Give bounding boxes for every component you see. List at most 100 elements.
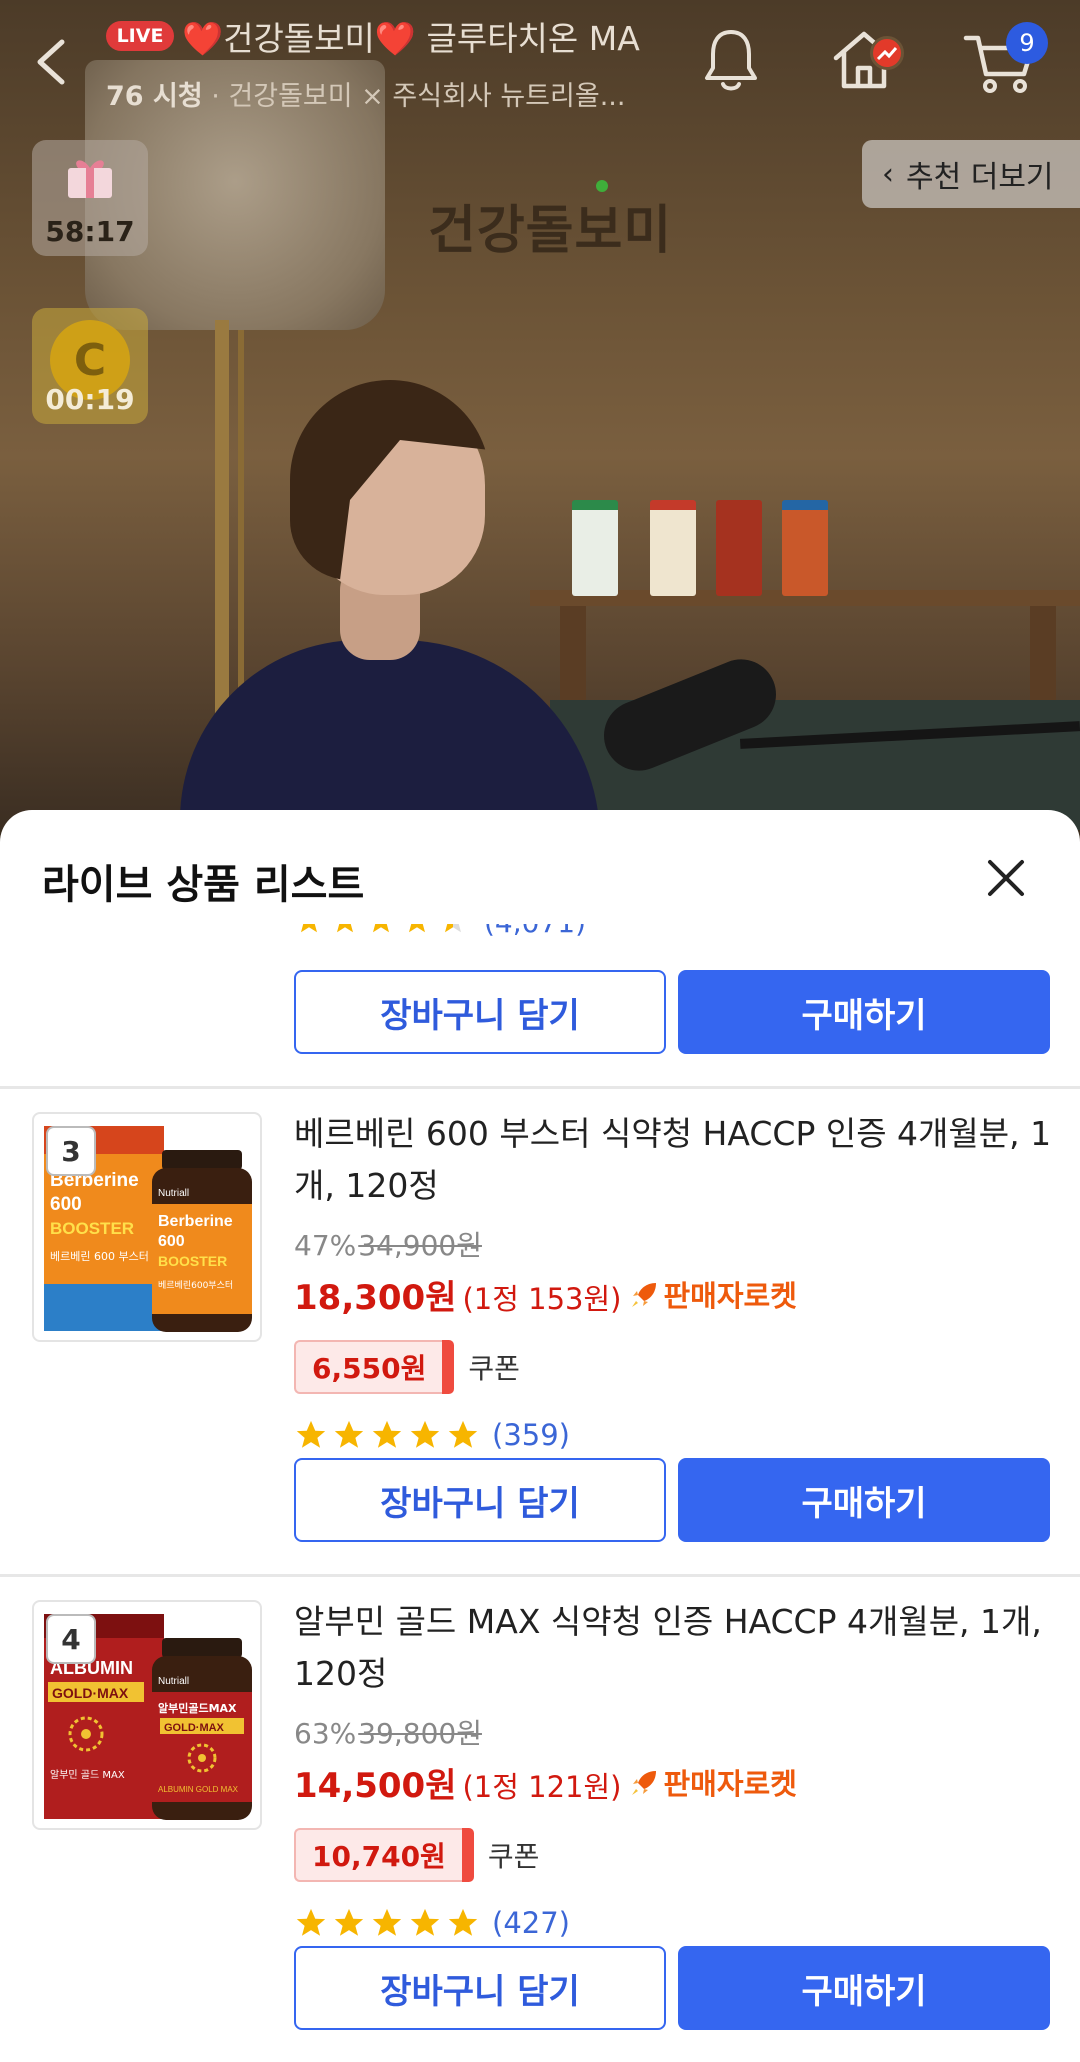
half-star-icon bbox=[444, 924, 461, 933]
unit-price: (1정 121원) bbox=[462, 1770, 622, 1804]
coupon-label: 쿠폰 bbox=[468, 1352, 520, 1385]
star-icon bbox=[408, 924, 425, 933]
original-price: 39,800원 bbox=[358, 1717, 482, 1750]
star-icon bbox=[296, 1420, 326, 1448]
coupon-notch bbox=[442, 1340, 455, 1394]
gift-icon bbox=[68, 160, 112, 198]
viewer-count: 76 시청 bbox=[106, 81, 203, 112]
seller-rocket-label: 판매자로켓 bbox=[663, 1767, 797, 1801]
item-divider bbox=[0, 1574, 1080, 1577]
add-to-cart-button[interactable]: 장바구니 담기 bbox=[294, 1946, 666, 2030]
buy-button[interactable]: 구매하기 bbox=[678, 1946, 1050, 2030]
rating-stars bbox=[294, 924, 468, 942]
review-count[interactable]: (359) bbox=[492, 1418, 570, 1452]
sheet-title: 라이브 상품 리스트 bbox=[42, 862, 365, 908]
unit-price: (1정 153원) bbox=[462, 1282, 622, 1316]
live-badge: LIVE bbox=[106, 21, 174, 51]
coupon-tag[interactable]: 6,550원 쿠폰 bbox=[294, 1340, 520, 1394]
price-row: 18,300원 (1정 153원) 판매자로켓 bbox=[294, 1270, 797, 1319]
product-box-image bbox=[572, 500, 618, 596]
star-icon bbox=[372, 1420, 402, 1448]
seller-rocket-badge: 판매자로켓 bbox=[630, 1273, 797, 1315]
bottle-text: Berberine bbox=[158, 1213, 233, 1230]
coupon-tag[interactable]: 10,740원 쿠폰 bbox=[294, 1828, 539, 1882]
rocket-icon bbox=[631, 1283, 656, 1307]
buy-button[interactable]: 구매하기 bbox=[678, 1458, 1050, 1542]
trend-icon bbox=[876, 47, 898, 61]
live-video[interactable]: 건강돌보미 bbox=[0, 0, 1080, 830]
product-box-image bbox=[716, 500, 762, 596]
rank-badge: 3 bbox=[46, 1126, 96, 1176]
rocket-icon bbox=[631, 1771, 656, 1795]
star-icon bbox=[372, 924, 389, 933]
product-name[interactable]: 베르베린 600 부스터 식약청 HACCP 인증 4개월분, 1개, 120정 bbox=[294, 1108, 1054, 1212]
box-text: GOLD·MAX bbox=[52, 1685, 129, 1701]
coupon-notch bbox=[461, 1828, 474, 1882]
bottle-text: BOOSTER bbox=[158, 1253, 227, 1269]
box-text: 600 bbox=[50, 1194, 82, 1215]
discount-rate: 63% bbox=[294, 1717, 357, 1750]
review-count[interactable]: (427) bbox=[492, 1906, 570, 1940]
back-icon[interactable] bbox=[32, 38, 72, 86]
brand-logo-text: 건강돌보미 bbox=[428, 201, 673, 261]
cart-count-badge: 9 bbox=[1006, 22, 1048, 64]
star-icon bbox=[334, 1420, 364, 1448]
gift-timer: 58:17 bbox=[45, 215, 135, 248]
product-box-image bbox=[782, 500, 828, 596]
live-seller-text: · 건강돌보미 × 주식회사 뉴트리올... bbox=[202, 81, 626, 112]
discount-row: 63%39,800원 bbox=[294, 1712, 482, 1752]
bottle-text: ALBUMIN GOLD MAX bbox=[158, 1785, 239, 1794]
brand-logo: 건강돌보미 bbox=[428, 180, 673, 263]
original-price: 34,900원 bbox=[358, 1229, 482, 1262]
star-icon bbox=[336, 924, 353, 933]
bottle-text: Nutriall bbox=[158, 1188, 189, 1199]
box-text: BOOSTER bbox=[50, 1219, 134, 1238]
product-thumbnail[interactable]: 4 ALBUMIN GOLD·MAX 알부민 골드 MAX Nutriall 알… bbox=[32, 1600, 262, 1830]
seller-rocket-label: 판매자로켓 bbox=[663, 1279, 797, 1313]
product-thumbnail[interactable]: 3 Berberine 600 BOOSTER 베르베린 600 부스터 Nut… bbox=[32, 1112, 262, 1342]
star-icon bbox=[410, 1420, 440, 1448]
bottle-text: 600 bbox=[158, 1233, 185, 1250]
home-notification-badge bbox=[870, 36, 904, 70]
brand-logo-dot bbox=[596, 180, 608, 192]
rank-badge: 4 bbox=[46, 1614, 96, 1664]
discount-rate: 47% bbox=[294, 1229, 357, 1262]
recommend-more-button[interactable]: ‹ 추천 더보기 bbox=[862, 140, 1080, 208]
bottle-text: GOLD·MAX bbox=[164, 1722, 225, 1734]
product-list-sheet: 라이브 상품 리스트 (4,071) 장바구니 담기 구매하기 3 Berber… bbox=[0, 810, 1080, 2062]
star-icon bbox=[410, 1908, 440, 1936]
item-divider bbox=[0, 1086, 1080, 1089]
live-subtitle: 76 시청 · 건강돌보미 × 주식회사 뉴트리올... bbox=[106, 74, 666, 113]
add-to-cart-button[interactable]: 장바구니 담기 bbox=[294, 1458, 666, 1542]
coupon-label: 쿠폰 bbox=[487, 1840, 540, 1873]
product-name[interactable]: 알부민 골드 MAX 식약청 인증 HACCP 4개월분, 1개, 120정 bbox=[294, 1596, 1054, 1700]
product-box-image bbox=[650, 500, 696, 596]
star-icon bbox=[448, 1908, 478, 1936]
bottle-text: Nutriall bbox=[158, 1676, 189, 1687]
bell-icon[interactable] bbox=[702, 26, 760, 94]
star-icon bbox=[372, 1908, 402, 1936]
add-to-cart-button[interactable]: 장바구니 담기 bbox=[294, 970, 666, 1054]
rating-row: (427) bbox=[294, 1906, 570, 1940]
recommend-more-label: 추천 더보기 bbox=[906, 160, 1054, 195]
sale-price: 18,300원 bbox=[294, 1278, 457, 1318]
star-icon bbox=[300, 924, 317, 933]
box-text: 알부민 골드 MAX bbox=[50, 1769, 125, 1781]
coin-timer: 00:19 bbox=[45, 383, 135, 416]
close-icon[interactable] bbox=[982, 854, 1030, 902]
box-text: 베르베린 600 부스터 bbox=[50, 1250, 149, 1263]
live-title[interactable]: ❤️건강돌보미❤️ 글루타치온 MA bbox=[182, 12, 682, 60]
review-count: (4,071) bbox=[484, 906, 587, 939]
star-icon bbox=[448, 1420, 478, 1448]
discount-row: 47%34,900원 bbox=[294, 1224, 482, 1264]
sale-price: 14,500원 bbox=[294, 1766, 457, 1806]
bottle-text: 베르베린600부스터 bbox=[158, 1280, 233, 1291]
coupon-amount: 10,740원 bbox=[294, 1828, 462, 1882]
bottle-text: 알부민골드MAX bbox=[158, 1701, 237, 1715]
star-icon bbox=[334, 1908, 364, 1936]
buy-button[interactable]: 구매하기 bbox=[678, 970, 1050, 1054]
price-row: 14,500원 (1정 121원) 판매자로켓 bbox=[294, 1758, 797, 1807]
chevron-left-icon: ‹ bbox=[882, 156, 894, 192]
coin-timer-widget[interactable]: C 00:19 bbox=[32, 308, 148, 424]
gift-timer-widget[interactable]: 58:17 bbox=[32, 140, 148, 256]
